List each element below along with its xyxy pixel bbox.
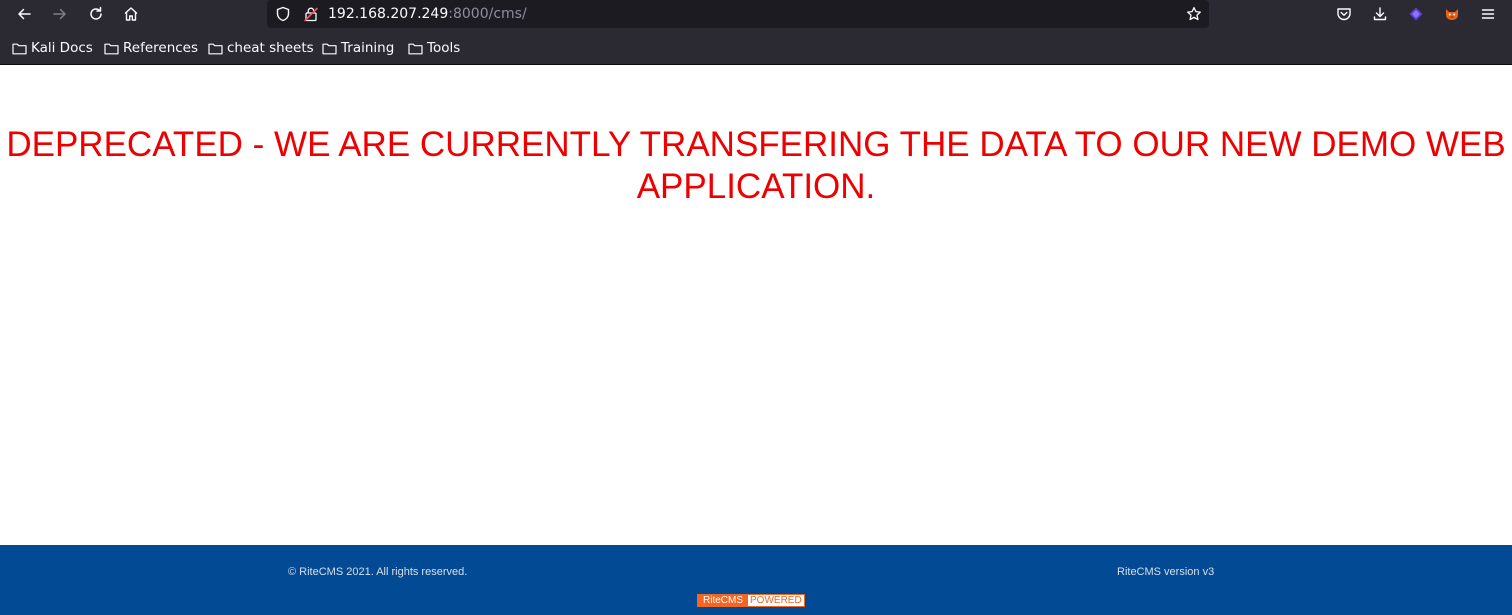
copyright-text: © RiteCMS 2021. All rights reserved. bbox=[288, 566, 468, 578]
home-button[interactable] bbox=[119, 2, 143, 26]
download-icon bbox=[1373, 7, 1387, 21]
bookmark-training[interactable]: Training bbox=[322, 39, 394, 57]
app-menu-button[interactable] bbox=[1476, 2, 1500, 26]
extension-icon bbox=[1409, 7, 1423, 21]
bookmark-label: Kali Docs bbox=[31, 40, 93, 56]
reload-icon bbox=[90, 6, 102, 20]
bookmark-label: Tools bbox=[427, 40, 461, 56]
deprecation-notice: DEPRECATED - WE ARE CURRENTLY TRANSFERIN… bbox=[6, 125, 1506, 206]
bookmark-label: cheat sheets bbox=[227, 40, 314, 56]
foxyproxy-icon bbox=[1446, 9, 1458, 20]
bookmark-label: References bbox=[123, 40, 199, 56]
forward-icon bbox=[53, 8, 66, 20]
folder-icon bbox=[208, 43, 223, 54]
reload-button[interactable] bbox=[84, 2, 108, 26]
foxyproxy-button[interactable] bbox=[1440, 2, 1464, 26]
forward-button[interactable] bbox=[48, 2, 72, 26]
ritecms-powered-badge[interactable]: RiteCMS POWERED bbox=[697, 594, 805, 607]
shield-icon[interactable] bbox=[274, 5, 292, 23]
folder-icon bbox=[408, 43, 423, 54]
version-text: RiteCMS version v3 bbox=[1117, 566, 1215, 578]
browser-toolbar: 192.168.207.249:8000/cms/ bbox=[0, 0, 1512, 28]
bookmark-label: Training bbox=[341, 40, 395, 56]
bookmark-tools[interactable]: Tools bbox=[408, 39, 460, 57]
url-bar[interactable]: 192.168.207.249:8000/cms/ bbox=[267, 0, 1209, 28]
url-path: :8000/cms/ bbox=[448, 6, 527, 22]
badge-powered: POWERED bbox=[748, 594, 805, 607]
bookmark-cheat-sheets[interactable]: cheat sheets bbox=[208, 39, 314, 57]
folder-icon bbox=[322, 43, 337, 54]
folder-icon bbox=[104, 43, 119, 54]
extension-button[interactable] bbox=[1404, 2, 1428, 26]
url-text[interactable]: 192.168.207.249:8000/cms/ bbox=[328, 5, 527, 23]
home-icon bbox=[124, 7, 138, 21]
download-button[interactable] bbox=[1368, 2, 1392, 26]
page-content: DEPRECATED - WE ARE CURRENTLY TRANSFERIN… bbox=[0, 65, 1512, 545]
menu-icon bbox=[1481, 9, 1495, 19]
insecure-lock-icon[interactable] bbox=[302, 5, 320, 23]
folder-icon bbox=[12, 43, 27, 54]
pocket-button[interactable] bbox=[1332, 2, 1356, 26]
back-icon bbox=[18, 8, 31, 20]
bookmark-star-icon[interactable] bbox=[1185, 5, 1203, 23]
bookmark-references[interactable]: References bbox=[104, 39, 198, 57]
pocket-icon bbox=[1337, 8, 1351, 21]
bookmarks-toolbar: Kali Docs References cheat sheets Traini… bbox=[0, 28, 1512, 65]
back-button[interactable] bbox=[12, 2, 36, 26]
url-host: 192.168.207.249 bbox=[328, 6, 449, 22]
bookmark-kali-docs[interactable]: Kali Docs bbox=[12, 39, 93, 57]
site-footer: © RiteCMS 2021. All rights reserved. Rit… bbox=[0, 545, 1512, 615]
badge-brand: RiteCMS bbox=[697, 594, 749, 607]
